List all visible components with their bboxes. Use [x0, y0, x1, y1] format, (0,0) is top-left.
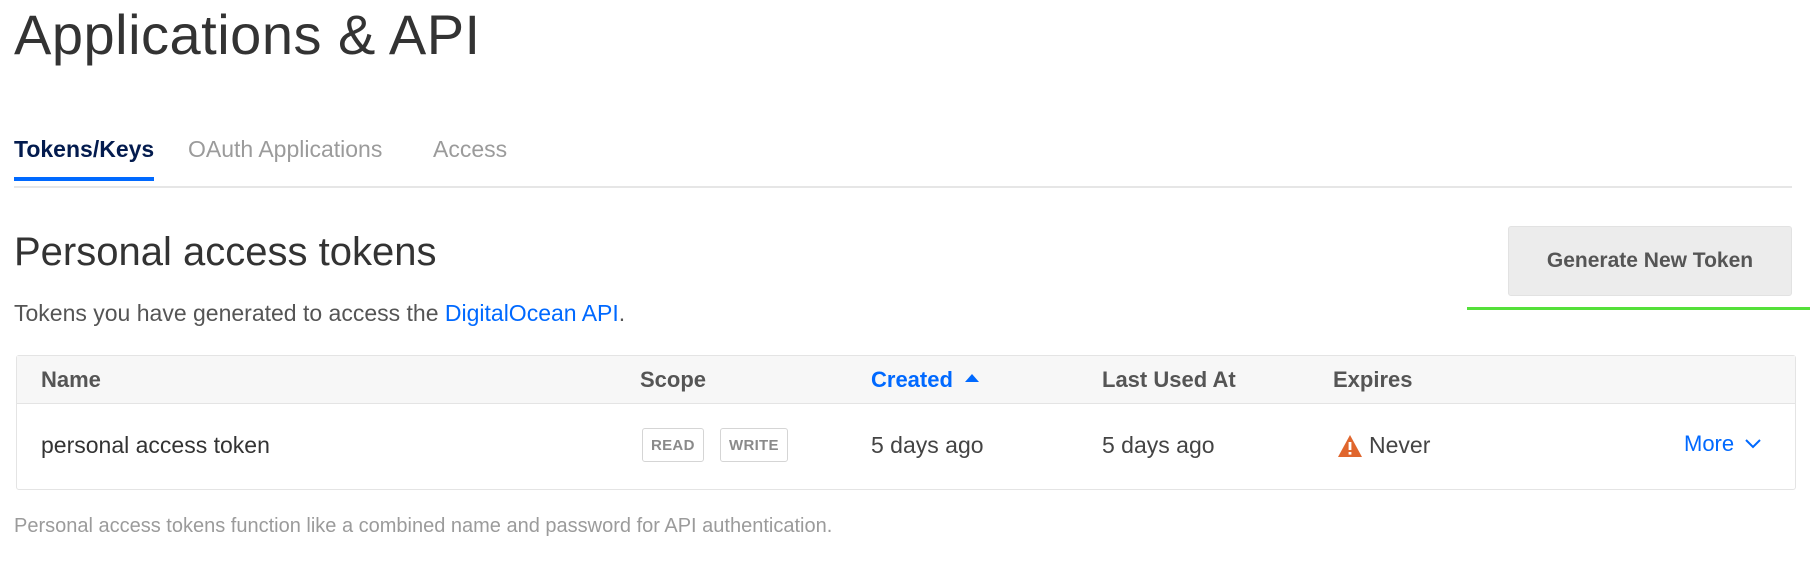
section-subtitle: Tokens you have generated to access the … — [14, 300, 625, 327]
column-header-name[interactable]: Name — [41, 367, 101, 393]
column-header-scope[interactable]: Scope — [640, 367, 706, 393]
table-row: personal access token READ WRITE 5 days … — [17, 405, 1795, 490]
column-header-last-used[interactable]: Last Used At — [1102, 367, 1236, 393]
generate-new-token-button[interactable]: Generate New Token — [1508, 226, 1792, 296]
digitalocean-api-link[interactable]: DigitalOcean API — [445, 300, 619, 326]
tab-tokens-keys[interactable]: Tokens/Keys — [14, 136, 155, 181]
tokens-table: Name Scope Created Last Used At Expires … — [16, 355, 1796, 490]
footnote: Personal access tokens function like a c… — [14, 515, 833, 537]
chevron-down-icon — [1745, 439, 1761, 449]
caret-up-icon — [964, 374, 979, 383]
column-header-expires[interactable]: Expires — [1333, 367, 1413, 393]
tab-access[interactable]: Access — [433, 136, 507, 180]
token-expires-value: Never — [1369, 432, 1431, 458]
tab-bar: Tokens/Keys OAuth Applications Access — [14, 0, 1792, 188]
column-header-created[interactable]: Created — [871, 367, 979, 393]
scope-badge-read: READ — [642, 428, 704, 462]
subtitle-text: Tokens you have generated to access the — [14, 300, 445, 326]
column-header-created-label: Created — [871, 367, 953, 392]
token-expires: Never — [1337, 432, 1430, 459]
tab-oauth-applications[interactable]: OAuth Applications — [188, 136, 382, 180]
token-last-used: 5 days ago — [1102, 432, 1215, 458]
more-button[interactable]: More — [1684, 431, 1762, 457]
scope-badge-write: WRITE — [720, 428, 788, 462]
token-created: 5 days ago — [871, 432, 984, 458]
table-header: Name Scope Created Last Used At Expires — [17, 356, 1795, 404]
warning-triangle-icon — [1338, 434, 1362, 457]
section-title: Personal access tokens — [14, 230, 437, 274]
more-button-label: More — [1684, 431, 1735, 456]
token-name: personal access token — [41, 432, 270, 458]
subtitle-period: . — [618, 300, 626, 326]
highlight-underline — [1467, 307, 1810, 310]
